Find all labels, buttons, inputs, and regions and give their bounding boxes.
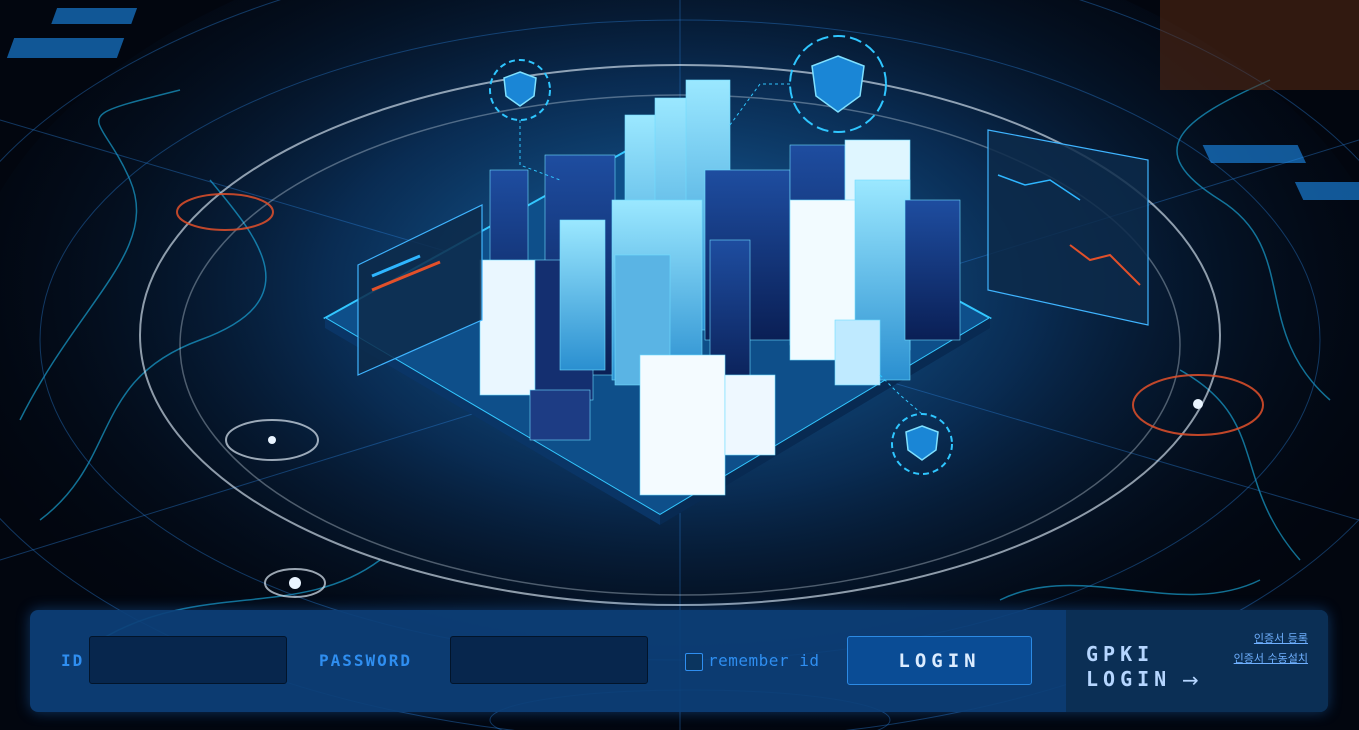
gpki-title-line2: LOGIN — [1086, 667, 1172, 691]
password-label: PASSWORD — [319, 651, 413, 670]
id-input[interactable] — [89, 636, 287, 684]
password-input[interactable] — [450, 636, 648, 684]
remember-id-label[interactable]: remember id — [708, 651, 819, 670]
id-label: ID — [61, 651, 85, 670]
arrow-right-icon: → — [1182, 668, 1199, 692]
login-form: ID PASSWORD remember id LOGIN — [30, 610, 1066, 712]
cert-manual-install-link[interactable]: 인증서 수동설치 — [1234, 650, 1308, 666]
gpki-panel: GPKI LOGIN → 인증서 등록 인증서 수동설치 — [1066, 610, 1328, 712]
login-bar: ID PASSWORD remember id LOGIN GPKI LOGIN… — [30, 610, 1328, 712]
gpki-title-line1: GPKI — [1086, 642, 1155, 666]
remember-id-checkbox[interactable] — [685, 653, 703, 671]
gpki-login-button[interactable]: GPKI LOGIN — [1086, 642, 1226, 692]
cert-register-link[interactable]: 인증서 등록 — [1254, 630, 1308, 646]
login-button[interactable]: LOGIN — [847, 636, 1032, 685]
